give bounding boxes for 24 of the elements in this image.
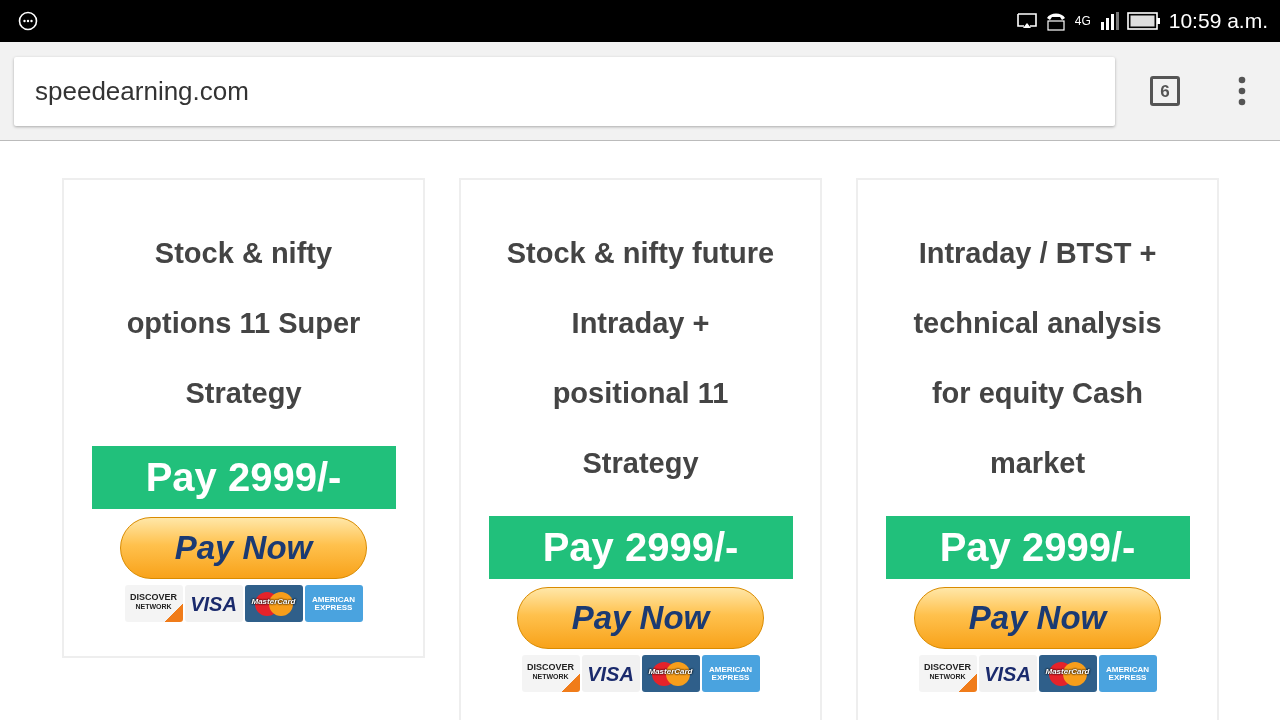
price-banner: Pay 2999/- — [488, 516, 793, 579]
tab-count-button[interactable]: 6 — [1150, 76, 1180, 106]
battery-icon — [1126, 12, 1161, 30]
card-logo: AMERICAN EXPRESS — [1098, 655, 1157, 692]
card-logo: AMERICAN EXPRESS — [304, 585, 363, 622]
signal-icon — [1098, 12, 1119, 30]
price-banner: Pay 2999/- — [91, 446, 396, 509]
pay-now-button[interactable]: Pay Now — [914, 587, 1161, 649]
price-banner: Pay 2999/- — [885, 516, 1190, 579]
more-vertical-icon[interactable] — [1238, 76, 1246, 106]
more-icon — [18, 11, 38, 31]
plan-title: Intraday / BTST + technical analysis for equity Cash market — [913, 236, 1162, 481]
cast-icon — [1016, 13, 1037, 29]
card-logo: VISA — [184, 585, 243, 622]
url-field[interactable]: speedearning.com — [14, 56, 1115, 126]
card-logo: VISA — [581, 655, 640, 692]
card-logo: VISA — [978, 655, 1037, 692]
pay-now-button[interactable]: Pay Now — [517, 587, 764, 649]
clock-time: 10:59 a.m. — [1168, 8, 1268, 35]
plan-title: Stock & nifty future Intraday + positional 11 Strategy — [506, 236, 775, 481]
pay-now-button[interactable]: Pay Now — [120, 517, 367, 579]
network-label: 4G — [1074, 13, 1091, 30]
plan-title: Stock & nifty options 11 Super Strategy — [126, 236, 361, 411]
card-logo: AMERICAN EXPRESS — [701, 655, 760, 692]
